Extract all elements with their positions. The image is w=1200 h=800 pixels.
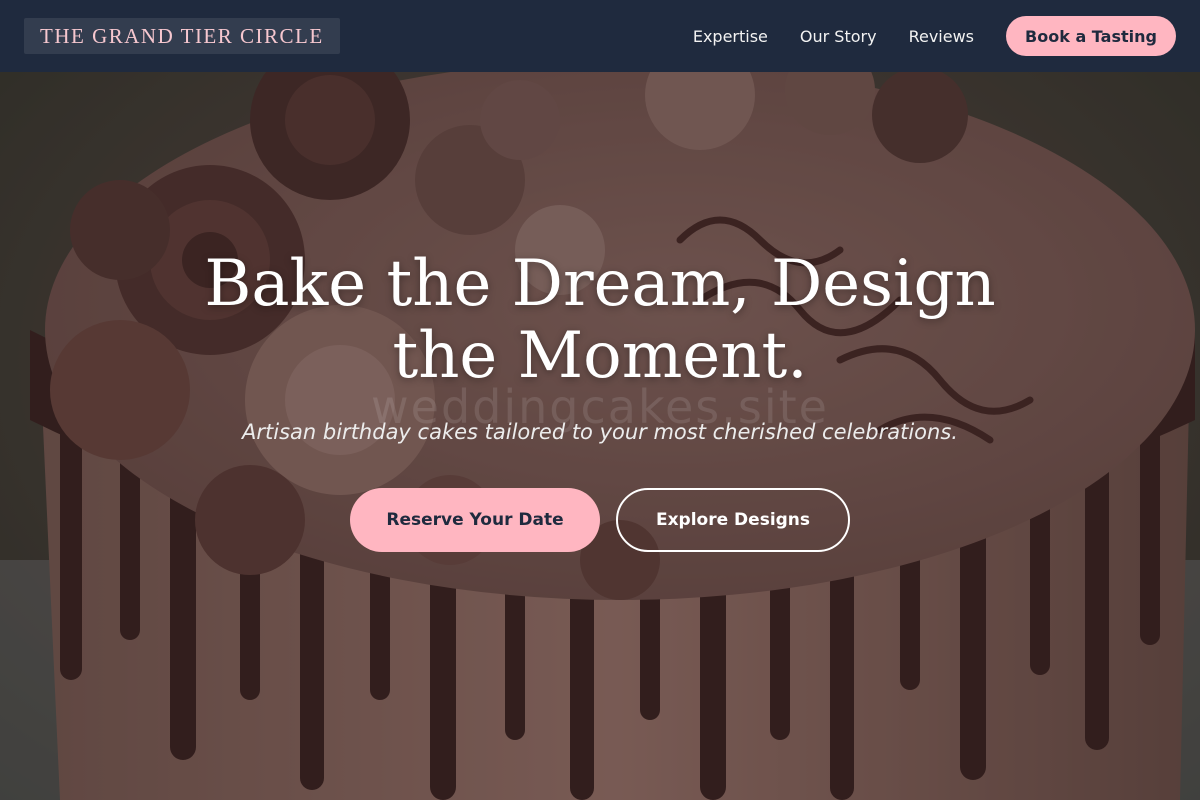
- hero-section: weddingcakes.site Bake the Dream, Design…: [0, 0, 1200, 800]
- nav-link-our-story[interactable]: Our Story: [800, 27, 877, 46]
- explore-designs-button[interactable]: Explore Designs: [616, 488, 850, 552]
- nav-link-reviews[interactable]: Reviews: [909, 27, 974, 46]
- hero-title: Bake the Dream, Design the Moment.: [204, 247, 996, 393]
- navbar: THE GRAND TIER CIRCLE Expertise Our Stor…: [0, 0, 1200, 72]
- hero-subtitle: Artisan birthday cakes tailored to your …: [242, 420, 958, 444]
- book-tasting-button[interactable]: Book a Tasting: [1006, 16, 1176, 56]
- nav-link-expertise[interactable]: Expertise: [693, 27, 768, 46]
- brand-logo[interactable]: THE GRAND TIER CIRCLE: [24, 18, 340, 54]
- page: THE GRAND TIER CIRCLE Expertise Our Stor…: [0, 0, 1200, 800]
- reserve-date-button[interactable]: Reserve Your Date: [350, 488, 600, 552]
- nav-links: Expertise Our Story Reviews Book a Tasti…: [693, 16, 1176, 56]
